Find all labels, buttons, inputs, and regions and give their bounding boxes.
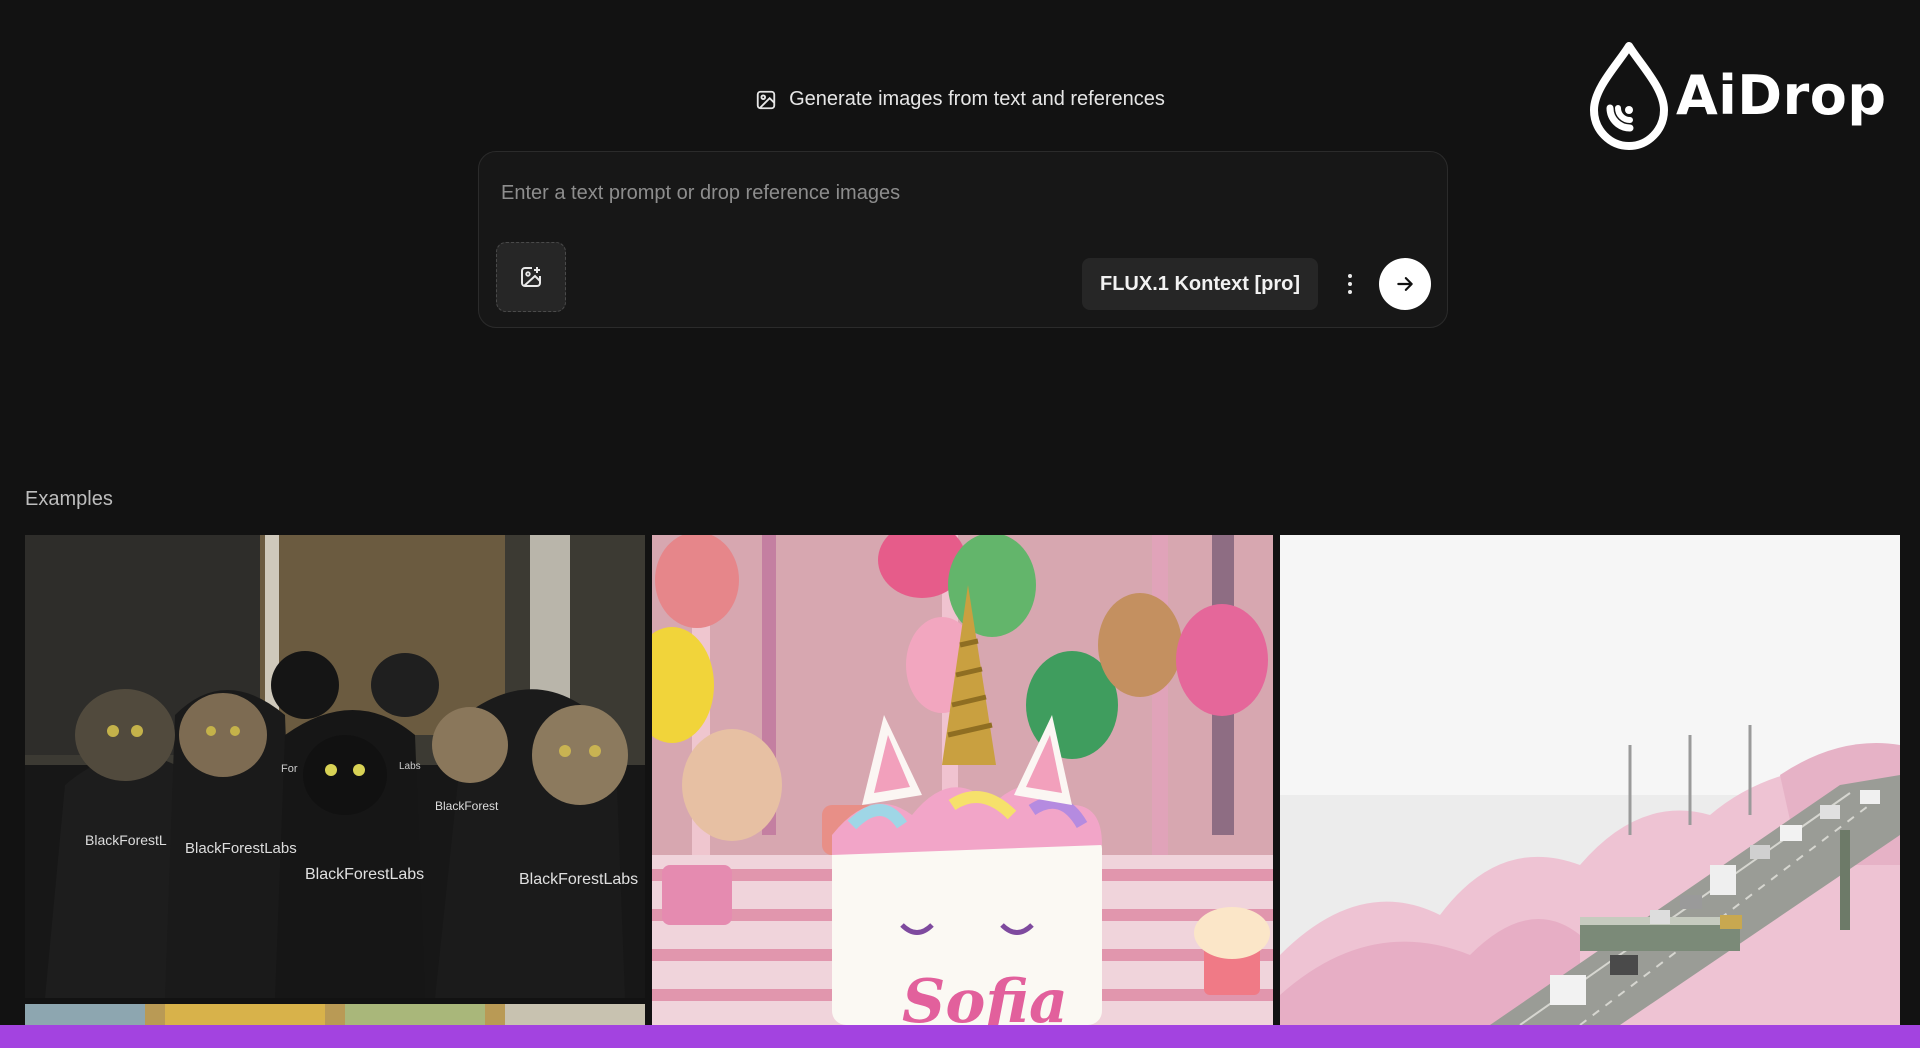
hoodie-caption: BlackForestLabs <box>185 840 297 857</box>
example-image-cake: Sofia <box>652 535 1273 1025</box>
example-image-partial <box>25 1004 645 1025</box>
prompt-panel: FLUX.1 Kontext [pro] <box>478 151 1448 328</box>
image-icon <box>756 90 776 109</box>
cake-caption: Sofia <box>902 967 1068 1025</box>
page: AiDrop Generate images from text and ref… <box>0 0 1920 1048</box>
example-image-highway <box>1280 535 1900 1025</box>
hoodie-caption: BlackForestLabs <box>305 866 424 883</box>
example-image-cats: BlackForestL BlackForestLabs For Labs Bl… <box>25 535 645 998</box>
example-tile-highway[interactable] <box>1280 535 1900 1025</box>
dot <box>1348 282 1352 286</box>
page-heading-text: Generate images from text and references <box>789 88 1165 110</box>
more-options-button[interactable] <box>1335 264 1365 304</box>
dot <box>1348 290 1352 294</box>
model-selector[interactable]: FLUX.1 Kontext [pro] <box>1082 258 1318 310</box>
image-add-icon <box>521 267 541 287</box>
examples-heading: Examples <box>25 488 113 510</box>
example-tile-partial[interactable] <box>25 1004 645 1025</box>
hoodie-caption: BlackForest <box>435 799 499 813</box>
model-selector-label: FLUX.1 Kontext [pro] <box>1100 272 1300 295</box>
prompt-input[interactable] <box>501 176 1401 210</box>
generate-button[interactable] <box>1379 258 1431 310</box>
example-tile-cats[interactable]: BlackForestL BlackForestLabs For Labs Bl… <box>25 535 645 998</box>
arrow-right-icon <box>1397 277 1413 291</box>
upload-reference-button[interactable] <box>496 242 566 312</box>
hoodie-caption: BlackForestL <box>85 832 167 848</box>
hoodie-caption: For <box>281 763 298 775</box>
page-heading: Generate images from text and references <box>0 88 1920 111</box>
hoodie-caption: BlackForestLabs <box>519 871 638 888</box>
example-tile-cake[interactable]: Sofia <box>652 535 1273 1025</box>
hoodie-caption: Labs <box>399 761 421 772</box>
dot <box>1348 274 1352 278</box>
accent-bar <box>0 1025 1920 1048</box>
examples-gallery: BlackForestL BlackForestLabs For Labs Bl… <box>0 535 1920 1025</box>
